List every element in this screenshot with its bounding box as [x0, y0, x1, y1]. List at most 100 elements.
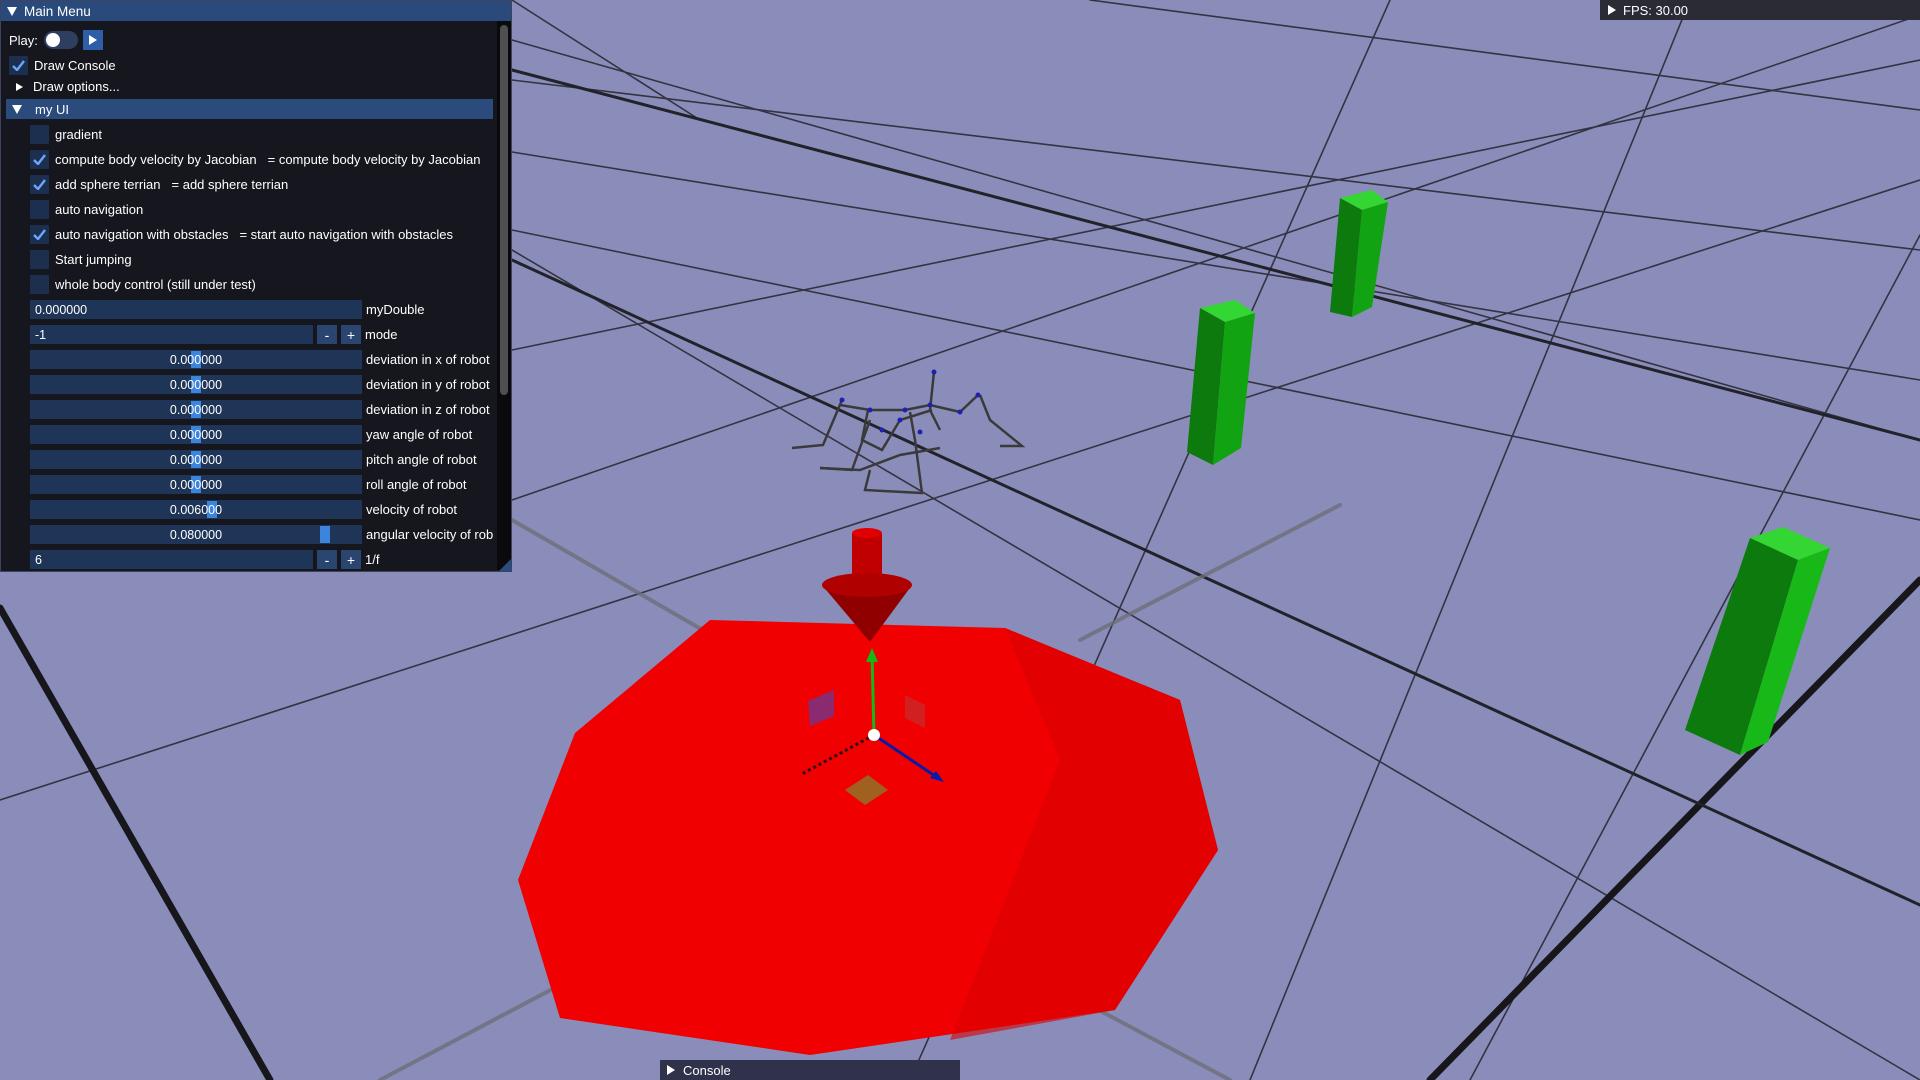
jacobian-checkbox[interactable] [30, 150, 49, 169]
slider-label: pitch angle of robot [366, 452, 477, 467]
slider-row: 0.000000 deviation in x of robot [30, 350, 490, 369]
deviation-y-slider[interactable]: 0.000000 [30, 375, 362, 394]
sphere-terrain-row[interactable]: add sphere terrian = add sphere terrian [30, 175, 288, 194]
jacobian-row[interactable]: compute body velocity by Jacobian = comp… [30, 150, 480, 169]
start-jumping-row[interactable]: Start jumping [30, 250, 132, 269]
play-label: Play: [9, 32, 38, 48]
my-ui-label: my UI [35, 101, 69, 117]
slider-value: 0.000000 [169, 402, 223, 417]
slider-row: 0.006000 velocity of robot [30, 500, 457, 519]
draw-console-row[interactable]: Draw Console [9, 56, 116, 75]
inv-f-row: 6 - + 1/f [30, 550, 379, 569]
slider-row: 0.000000 deviation in z of robot [30, 400, 490, 419]
slider-label: deviation in x of robot [366, 352, 490, 367]
slider-label: angular velocity of rob [366, 527, 494, 542]
main-menu-title: Main Menu [24, 3, 91, 19]
slider-value: 0.000000 [169, 352, 223, 367]
slider-value: 0.000000 [169, 377, 223, 392]
expand-triangle-icon[interactable] [667, 1065, 675, 1075]
play-row: Play: [9, 30, 103, 50]
sphere-terrain-label: add sphere terrian [55, 177, 161, 192]
slider-value: 0.000000 [169, 427, 223, 442]
my-double-row: 0.000000 myDouble [30, 300, 425, 319]
draw-options-label: Draw options... [33, 79, 120, 94]
slider-label: roll angle of robot [366, 477, 467, 492]
auto-navigation-row[interactable]: auto navigation [30, 200, 143, 219]
yaw-slider[interactable]: 0.000000 [30, 425, 362, 444]
slider-value: 0.006000 [169, 502, 223, 517]
mode-row: -1 - + mode [30, 325, 398, 344]
start-jumping-checkbox[interactable] [30, 250, 49, 269]
slider-row: 0.000000 roll angle of robot [30, 475, 466, 494]
slider-grab[interactable] [320, 526, 330, 543]
slider-label: velocity of robot [366, 502, 458, 517]
slider-label: deviation in z of robot [366, 402, 490, 417]
collapse-triangle-icon [12, 104, 22, 114]
main-menu-title-bar[interactable]: Main Menu [1, 1, 511, 21]
play-icon [88, 35, 97, 45]
mode-increment-button[interactable]: + [341, 325, 361, 344]
inv-f-input[interactable]: 6 [30, 550, 313, 569]
console-label: Console [683, 1062, 731, 1078]
checkmark-icon [33, 179, 46, 190]
auto-nav-obstacles-checkbox[interactable] [30, 225, 49, 244]
play-toggle[interactable] [43, 31, 78, 49]
deviation-z-slider[interactable]: 0.000000 [30, 400, 362, 419]
draw-console-checkbox[interactable] [9, 56, 28, 75]
slider-value: 0.080000 [169, 527, 223, 542]
roll-slider[interactable]: 0.000000 [30, 475, 362, 494]
auto-nav-obstacles-row[interactable]: auto navigation with obstacles = start a… [30, 225, 453, 244]
fps-label: FPS: 30.00 [1623, 2, 1689, 18]
velocity-slider[interactable]: 0.006000 [30, 500, 362, 519]
main-menu-scrollbar[interactable] [497, 21, 511, 570]
checkmark-icon [33, 154, 46, 165]
main-menu-window[interactable]: Main Menu Play: Draw Console Draw option… [0, 0, 512, 572]
slider-value: 0.000000 [169, 452, 223, 467]
expand-triangle-icon [16, 82, 23, 91]
draw-console-label: Draw Console [34, 58, 116, 73]
scrollbar-thumb[interactable] [500, 25, 508, 395]
slider-value: 0.000000 [169, 477, 223, 492]
expand-triangle-icon[interactable] [1608, 5, 1616, 15]
mode-input[interactable]: -1 [30, 325, 313, 344]
jacobian-status: = compute body velocity by Jacobian [267, 152, 481, 167]
mode-decrement-button[interactable]: - [317, 325, 337, 344]
auto-navigation-checkbox[interactable] [30, 200, 49, 219]
sphere-terrain-checkbox[interactable] [30, 175, 49, 194]
mode-label: mode [365, 327, 398, 342]
fps-window[interactable]: FPS: 30.00 [1600, 0, 1920, 20]
sphere-terrain-status: = add sphere terrian [171, 177, 289, 192]
pitch-slider[interactable]: 0.000000 [30, 450, 362, 469]
inv-f-decrement-button[interactable]: - [317, 550, 337, 569]
auto-nav-obstacles-label: auto navigation with obstacles [55, 227, 229, 242]
slider-row: 0.000000 yaw angle of robot [30, 425, 472, 444]
inv-f-label: 1/f [365, 552, 380, 567]
whole-body-checkbox[interactable] [30, 275, 49, 294]
resize-grip[interactable] [499, 559, 511, 571]
slider-row: 0.000000 deviation in y of robot [30, 375, 490, 394]
draw-options-tree-node[interactable]: Draw options... [16, 79, 120, 94]
slider-row: 0.080000 angular velocity of rob [30, 525, 493, 544]
gradient-label: gradient [55, 127, 102, 142]
checkmark-icon [33, 229, 46, 240]
my-ui-header[interactable]: my UI [6, 99, 493, 119]
checkmark-icon [12, 60, 25, 71]
deviation-x-slider[interactable]: 0.000000 [30, 350, 362, 369]
auto-nav-obstacles-status: = start auto navigation with obstacles [239, 227, 453, 242]
whole-body-row[interactable]: whole body control (still under test) [30, 275, 256, 294]
slider-label: deviation in y of robot [366, 377, 490, 392]
my-double-label: myDouble [366, 302, 425, 317]
angular-velocity-slider[interactable]: 0.080000 [30, 525, 362, 544]
gradient-row[interactable]: gradient [30, 125, 102, 144]
inv-f-increment-button[interactable]: + [341, 550, 361, 569]
jacobian-label: compute body velocity by Jacobian [55, 152, 257, 167]
my-double-input[interactable]: 0.000000 [30, 300, 362, 319]
console-window[interactable]: Console [660, 1060, 960, 1080]
play-button[interactable] [82, 30, 103, 50]
start-jumping-label: Start jumping [55, 252, 132, 267]
auto-navigation-label: auto navigation [55, 202, 144, 217]
collapse-triangle-icon[interactable] [7, 6, 17, 16]
whole-body-label: whole body control (still under test) [55, 277, 256, 292]
gradient-checkbox[interactable] [30, 125, 49, 144]
slider-label: yaw angle of robot [366, 427, 473, 442]
